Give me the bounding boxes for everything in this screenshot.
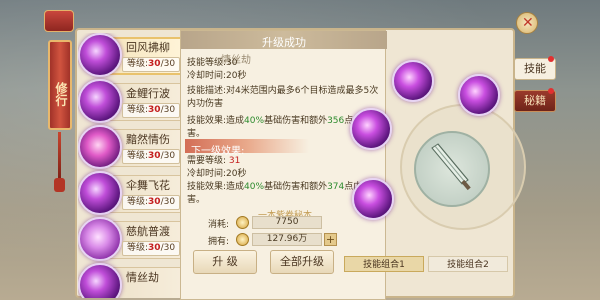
skill-name: 慈航普渡 xyxy=(126,225,170,238)
upgrade-all-button[interactable]: 全部升级 xyxy=(270,250,334,274)
skill-name: 黯然情伤 xyxy=(126,133,170,146)
skill-orb-icon xyxy=(78,33,122,77)
next-level-header: 下一级效果: xyxy=(185,139,309,157)
coin-icon xyxy=(236,233,249,246)
need-level-text: 需要等级: 31 xyxy=(187,156,241,166)
skill-item-1[interactable]: 回风拂柳 等级:30/30 xyxy=(78,33,184,77)
equipped-skill-2[interactable] xyxy=(458,74,500,116)
coin-icon xyxy=(236,216,249,229)
skill-orb-icon xyxy=(78,171,122,215)
banner-top xyxy=(44,10,74,32)
notification-dot xyxy=(548,56,554,62)
skill-level: 等级:30/30 xyxy=(122,241,180,256)
umbrella-fan-icon xyxy=(431,143,471,191)
add-coin-button[interactable]: + xyxy=(324,233,337,246)
upgrade-button[interactable]: 升 级 xyxy=(193,250,257,274)
skill-level-text: 技能等级:30 xyxy=(187,58,238,68)
tassel-end-icon xyxy=(54,178,65,192)
consume-value: 7750 xyxy=(252,216,322,229)
lotus-skill-icon xyxy=(78,217,122,261)
skill-item-4[interactable]: 伞舞飞花 等级:30/30 xyxy=(78,171,184,215)
skill-name: 金鲤行波 xyxy=(126,87,170,100)
skill-item-2[interactable]: 金鲤行波 等级:30/30 xyxy=(78,79,184,123)
skill-level: 等级:30/30 xyxy=(122,195,180,210)
banner-label: 修行 xyxy=(48,40,72,130)
skill-name: 伞舞飞花 xyxy=(126,179,170,192)
consume-row: 消耗: 7750 xyxy=(208,216,338,230)
close-button[interactable]: ✕ xyxy=(516,12,538,34)
close-icon: ✕ xyxy=(522,15,534,31)
skill-list[interactable]: 回风拂柳 等级:30/30 金鲤行波 等级:30/30 黯然情伤 等级:30/3… xyxy=(78,33,184,298)
skill-item-5[interactable]: 慈航普渡 等级:30/30 xyxy=(78,217,184,261)
consume-label: 消耗: xyxy=(208,220,230,230)
equipped-skill-3[interactable] xyxy=(350,108,392,150)
skill-level: 等级:30/30 xyxy=(122,149,180,164)
skill-orb-icon xyxy=(78,79,122,123)
skill-name: 回风拂柳 xyxy=(126,41,170,54)
skill-level: 等级:30/30 xyxy=(122,103,180,118)
cooldown-text: 冷却时间:20秒 xyxy=(187,71,247,81)
heart-skill-icon xyxy=(78,125,122,169)
combo-2-tab[interactable]: 技能组合2 xyxy=(428,256,508,272)
popup-header: 升级成功 xyxy=(181,31,387,49)
tassel-icon xyxy=(58,132,61,182)
skill-level: 等级:30/30 xyxy=(122,57,180,72)
skill-name: 情丝劫 xyxy=(126,271,159,284)
skill-item-3[interactable]: 黯然情伤 等级:30/30 xyxy=(78,125,184,169)
own-value: 127.96万 xyxy=(252,233,322,246)
desc-text: 技能描述:对4米范围内最多6个目标造成最多5次内功伤害 xyxy=(187,86,379,109)
notification-dot xyxy=(548,88,554,94)
own-row: 拥有: 127.96万 + xyxy=(208,233,338,247)
popup-title: 升级成功 xyxy=(262,36,306,49)
equipped-skill-4[interactable] xyxy=(352,178,394,220)
own-label: 拥有: xyxy=(208,237,230,247)
skill-item-6[interactable]: 情丝劫 xyxy=(78,263,184,298)
cultivation-banner: 修行 xyxy=(44,10,74,300)
equipped-skill-1[interactable] xyxy=(392,60,434,102)
next-cooldown-text: 冷却时间:20秒 xyxy=(187,169,247,179)
combo-1-tab[interactable]: 技能组合1 xyxy=(344,256,424,272)
